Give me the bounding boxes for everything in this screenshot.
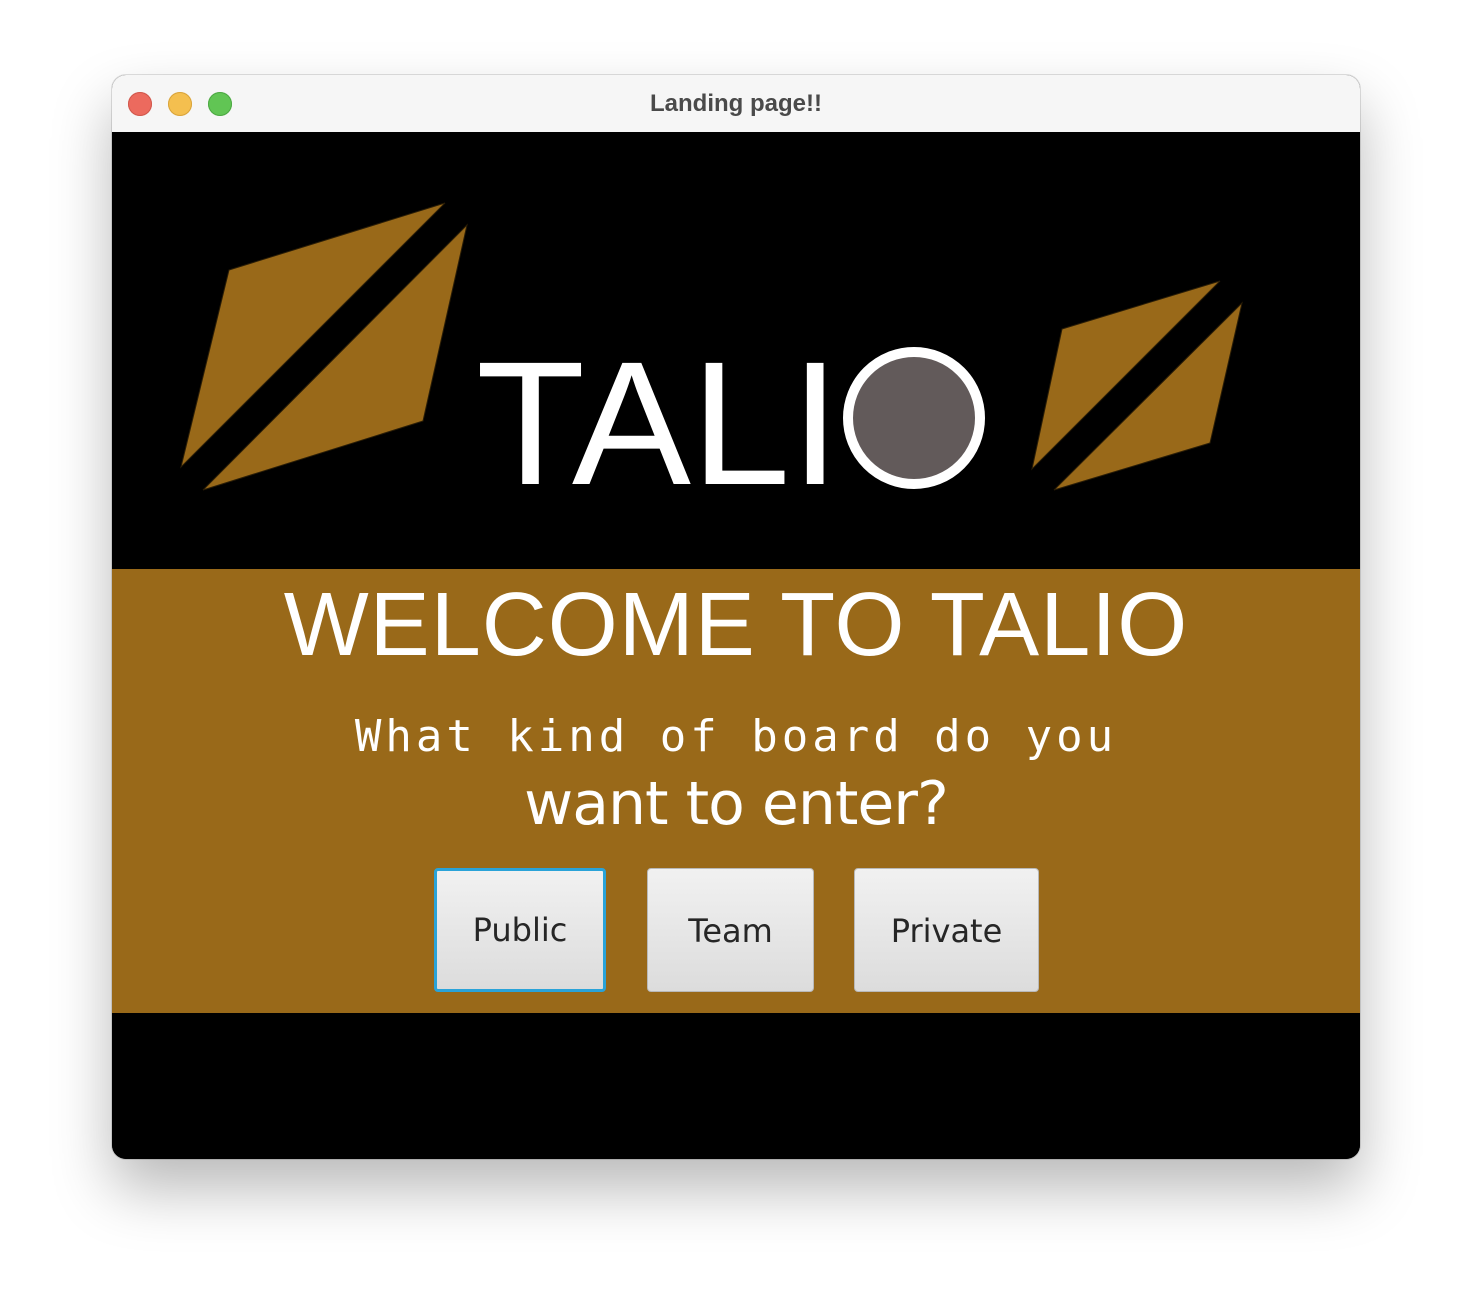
right-diamond-icon — [1031, 280, 1243, 491]
app-window: Landing page!! TALI WELCOME TO TALIO Wha… — [112, 75, 1360, 1159]
board-question-line2: want to enter? — [524, 769, 949, 839]
private-board-button[interactable]: Private — [854, 868, 1039, 992]
talio-logo-banner: TALI — [180, 202, 1243, 522]
public-board-button[interactable]: Public — [434, 868, 606, 992]
logo-text: TALI — [476, 326, 840, 522]
title-bar[interactable]: Landing page!! — [112, 75, 1360, 133]
board-question-line1: What kind of board do you — [354, 711, 1118, 762]
logo-circle-icon — [843, 347, 985, 489]
welcome-heading: WELCOME TO TALIO — [283, 575, 1189, 675]
landing-content: TALI WELCOME TO TALIO What kind of board… — [112, 132, 1360, 1159]
team-board-button[interactable]: Team — [647, 868, 814, 992]
window-title: Landing page!! — [650, 90, 822, 117]
welcome-panel: WELCOME TO TALIO What kind of board do y… — [112, 569, 1360, 1013]
talio-wordmark: TALI — [476, 326, 985, 522]
left-diamond-icon — [180, 202, 468, 491]
